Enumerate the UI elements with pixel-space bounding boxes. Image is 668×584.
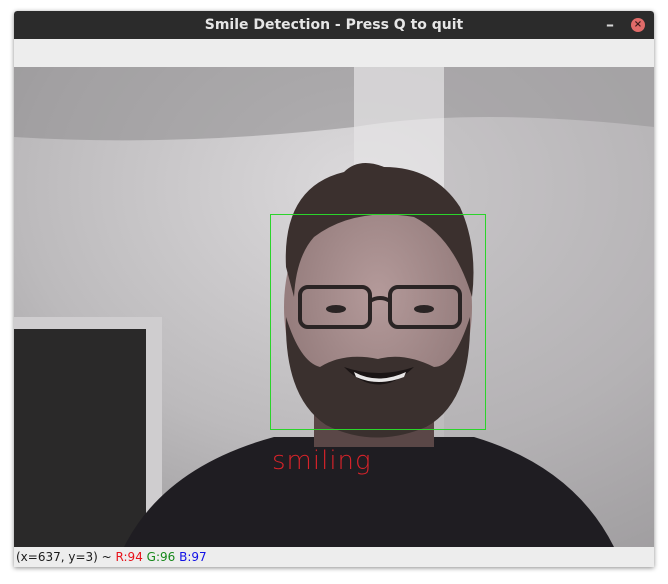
cursor-coordinates: (x=637, y=3) ~	[16, 550, 112, 564]
smile-detection-window: Smile Detection - Press Q to quit – × sm…	[14, 11, 654, 567]
title-bar[interactable]: Smile Detection - Press Q to quit – ×	[14, 11, 654, 39]
camera-view[interactable]: smiling	[14, 67, 654, 547]
red-value: R:94	[115, 550, 143, 564]
window-title: Smile Detection - Press Q to quit	[204, 17, 464, 33]
face-detection-box	[270, 214, 486, 430]
toolbar	[14, 39, 654, 68]
minimize-button[interactable]: –	[604, 16, 616, 34]
smile-label: smiling	[272, 446, 372, 476]
doorway	[14, 329, 146, 547]
status-bar: (x=637, y=3) ~ R:94 G:96 B:97	[14, 547, 654, 567]
green-value: G:96	[146, 550, 176, 564]
blue-value: B:97	[179, 550, 207, 564]
close-button[interactable]: ×	[631, 18, 645, 32]
